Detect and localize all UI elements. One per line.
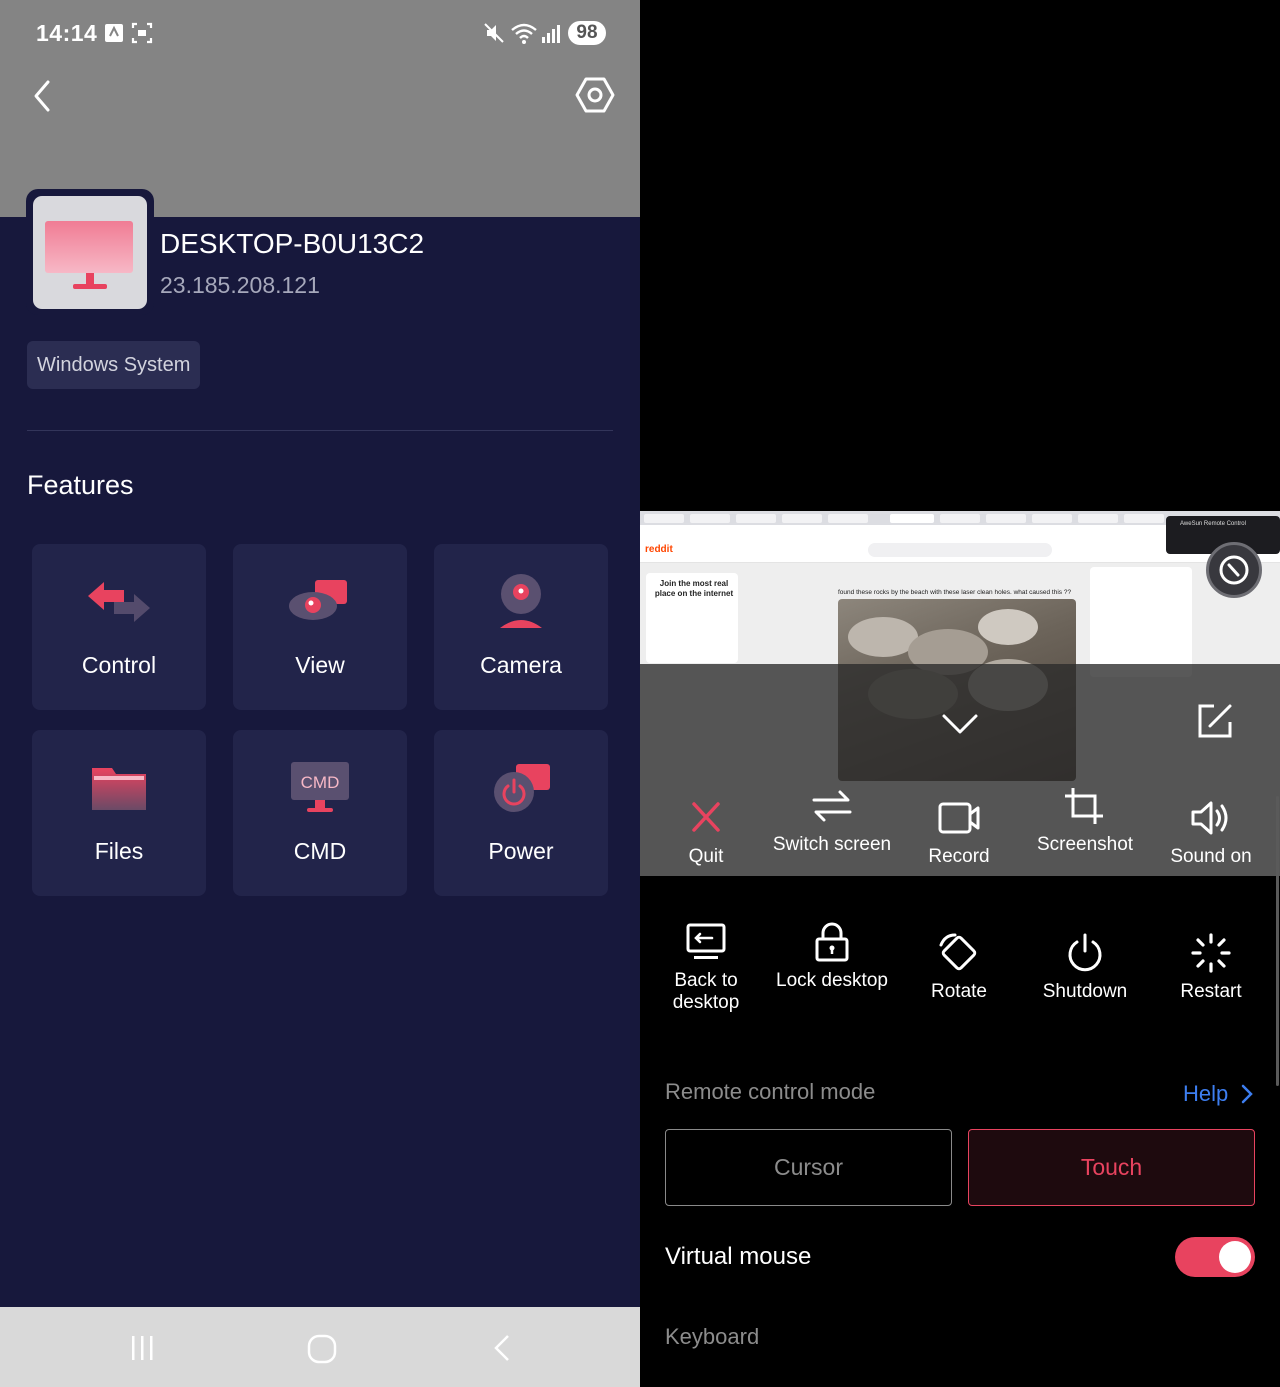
device-thumbnail [26,189,154,315]
quit-button[interactable]: Quit [642,798,770,868]
lock-desktop-button[interactable]: Lock desktop [768,922,896,992]
record-label: Record [928,846,990,867]
status-time: 14:14 [36,20,98,46]
virtual-mouse-label: Virtual mouse [665,1243,812,1270]
crop-icon [1065,788,1103,824]
switch-arrows-icon [812,790,852,822]
chevron-right-icon[interactable] [1240,1083,1254,1105]
site-search [868,543,1052,557]
restart-label: Restart [1180,981,1242,1002]
power-icon [1068,933,1102,972]
back-to-desktop-button[interactable]: Back to desktop [642,922,770,1014]
lock-icon [815,922,849,962]
feature-camera[interactable]: Camera [434,544,608,710]
switch-screen-label: Switch screen [772,834,892,855]
lock-desktop-label: Lock desktop [776,970,888,991]
feature-label: Power [488,838,554,864]
back-to-desktop-label: Back to desktop [672,970,740,1013]
scrollbar[interactable] [1276,796,1279,1086]
view-eye-icon [289,580,347,620]
screenshot-button[interactable]: Screenshot [1021,786,1149,856]
keyboard-label: Keyboard [665,1324,760,1349]
post-title: found these rocks by the beach with thes… [838,589,1072,596]
help-link[interactable]: Help [1183,1081,1228,1107]
toggle-knob [1219,1241,1251,1273]
video-record-icon [938,802,980,834]
site-logo: reddit [645,544,673,555]
folder-icon [92,768,146,810]
back-to-desktop-icon [686,923,726,959]
rotate-label: Rotate [931,981,987,1002]
close-x-icon [692,802,720,832]
restart-spinner-icon [1191,933,1231,973]
feature-label: Camera [480,652,562,678]
sound-button[interactable]: Sound on [1147,798,1275,868]
signal-icon [542,25,560,43]
feature-label: View [295,652,345,678]
rotate-icon [939,933,977,971]
feature-files[interactable]: Files [32,730,206,896]
control-arrows-icon [88,582,150,622]
wifi-icon [511,23,537,44]
header-area: 14:14 98 [0,0,640,217]
collapse-chevron-icon[interactable] [938,706,982,742]
back-arrow-icon[interactable] [26,76,60,116]
device-ip: 23.185.208.121 [160,272,320,298]
nav-back-icon[interactable] [488,1333,518,1363]
restart-button[interactable]: Restart [1147,933,1275,1003]
touch-mode-button[interactable]: Touch [968,1129,1255,1206]
floating-ball[interactable] [1206,542,1262,598]
divider [27,430,613,431]
join-text: Join the most real place on the internet [654,579,734,598]
feature-view[interactable]: View [233,544,407,710]
svg-text:CMD: CMD [301,773,340,792]
awesun-popup-title: AweSun Remote Control [1180,521,1246,527]
floating-ball-icon [1219,555,1249,585]
sound-label: Sound on [1170,846,1252,867]
mute-icon [484,23,504,43]
feature-label: Files [94,838,144,864]
remote-control-mode-label: Remote control mode [665,1079,876,1104]
rotate-button[interactable]: Rotate [895,933,1023,1003]
shutdown-label: Shutdown [1042,981,1128,1002]
virtual-mouse-toggle[interactable] [1175,1237,1255,1277]
feature-label: Control [81,652,157,678]
monitor-icon [45,221,133,289]
quit-label: Quit [688,846,724,867]
edit-icon[interactable] [1194,700,1236,742]
recent-apps-icon[interactable] [128,1333,158,1363]
feature-cmd[interactable]: CMD CMD [233,730,407,896]
battery-level: 98 [568,21,606,45]
device-detail-screen: 14:14 98 DESKTOP-B0U13C2 23.185.208.121 … [0,0,640,1387]
feature-control[interactable]: Control [32,544,206,710]
screenshot-status-icon [131,22,153,44]
record-button[interactable]: Record [895,798,1023,868]
system-nav-bar [0,1307,640,1387]
speaker-icon [1191,801,1228,835]
remote-control-screen: reddit Join the most real place on the i… [640,0,1280,1387]
home-icon[interactable] [306,1333,338,1365]
os-badge: Windows System [27,341,201,389]
feature-label: CMD [293,838,347,864]
feature-power[interactable]: Power [434,730,608,896]
settings-hex-icon[interactable] [574,74,616,116]
cmd-monitor-icon: CMD [291,762,349,812]
features-heading: Features [27,470,134,500]
screenshot-label: Screenshot [1036,834,1134,855]
device-name: DESKTOP-B0U13C2 [160,228,425,259]
nfc-icon [105,24,123,42]
cursor-mode-button[interactable]: Cursor [665,1129,952,1206]
camera-icon [500,574,542,628]
power-icon [494,764,550,812]
switch-screen-button[interactable]: Switch screen [768,786,896,856]
shutdown-button[interactable]: Shutdown [1021,933,1149,1003]
popular-communities [1090,567,1192,677]
